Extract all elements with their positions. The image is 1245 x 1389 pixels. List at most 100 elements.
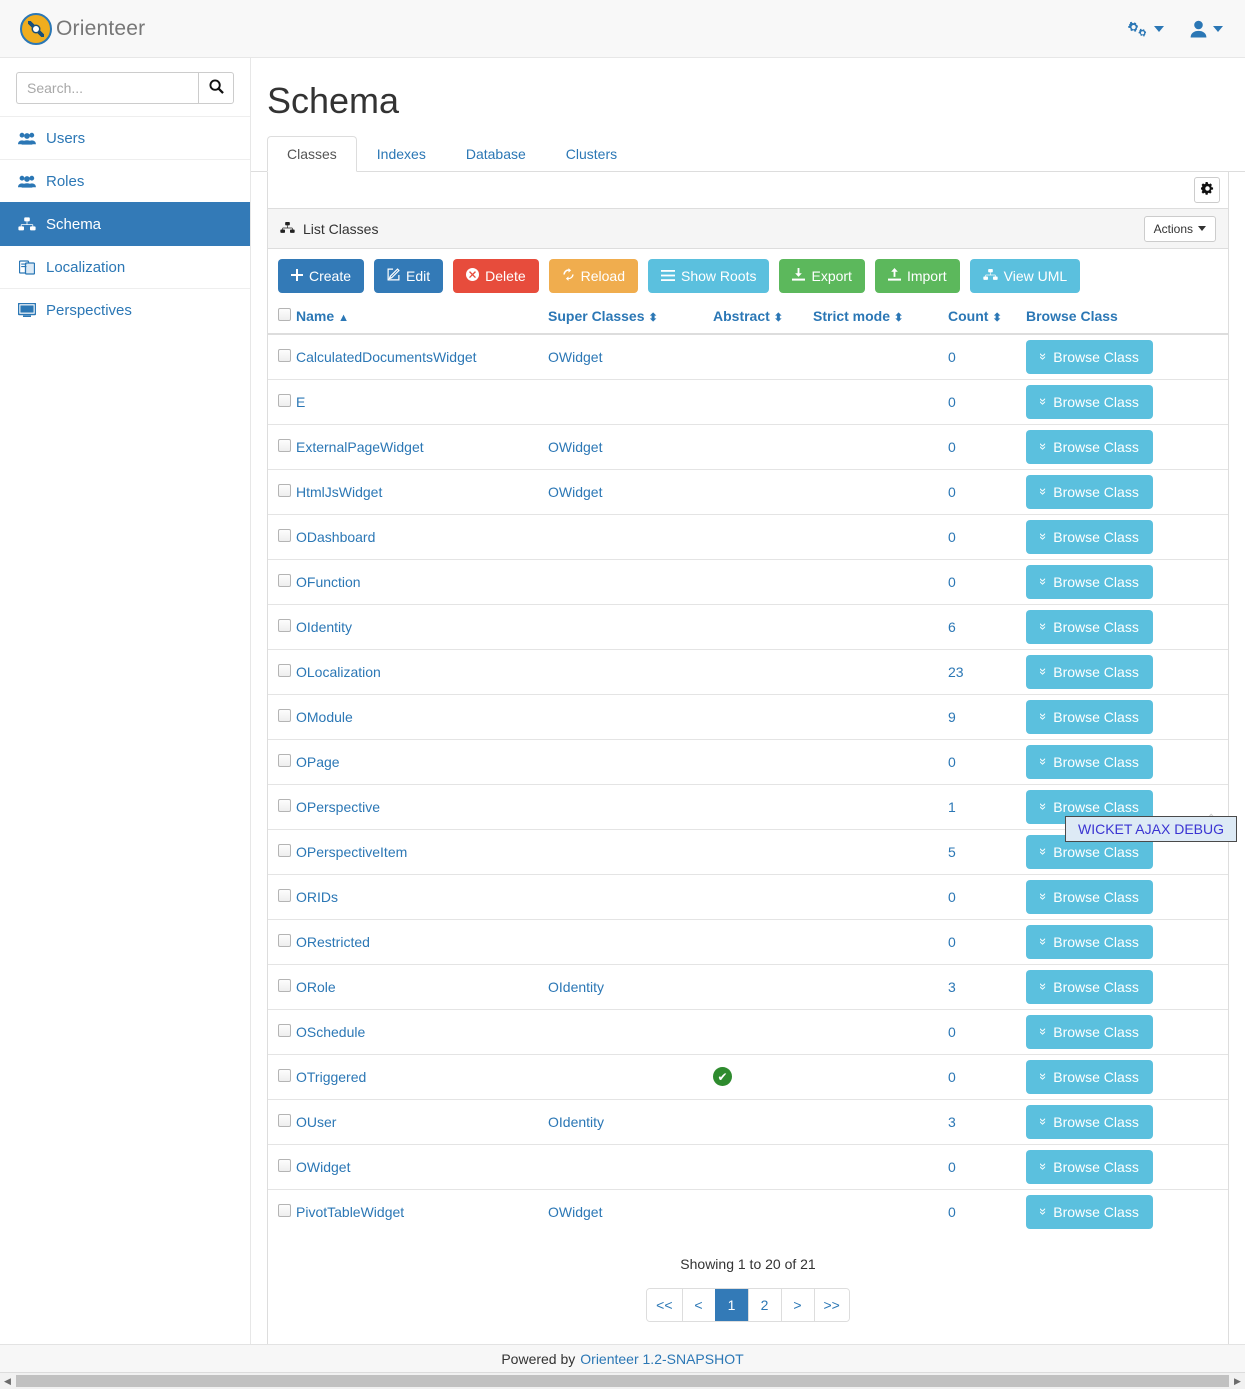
tab-indexes[interactable]: Indexes xyxy=(357,136,446,172)
row-select-cell[interactable] xyxy=(268,468,296,514)
page-next-button[interactable]: > xyxy=(780,1289,814,1321)
browse-class-button[interactable]: » Browse Class xyxy=(1026,924,1153,959)
row-checkbox[interactable] xyxy=(278,1158,291,1172)
page-2-button[interactable]: 2 xyxy=(747,1289,781,1321)
class-name-link[interactable]: ORole xyxy=(296,979,336,995)
class-name-link[interactable]: OFunction xyxy=(296,574,361,590)
header-count[interactable]: Count ⬍ xyxy=(948,302,1026,335)
page-prev-button[interactable]: < xyxy=(681,1289,715,1321)
reload-button[interactable]: Reload xyxy=(548,259,638,293)
super-class-link[interactable]: OWidget xyxy=(548,349,602,365)
browse-class-button[interactable]: » Browse Class xyxy=(1026,1104,1153,1139)
actions-dropdown-button[interactable]: Actions xyxy=(1143,215,1216,242)
class-name-link[interactable]: ExternalPageWidget xyxy=(296,439,424,455)
row-select-cell[interactable] xyxy=(268,693,296,739)
row-select-cell[interactable] xyxy=(268,603,296,649)
row-checkbox[interactable] xyxy=(278,978,291,992)
browse-class-button[interactable]: » Browse Class xyxy=(1026,1059,1153,1094)
class-name-link[interactable]: ODashboard xyxy=(296,529,375,545)
class-name-link[interactable]: OPage xyxy=(296,754,340,770)
browse-class-button[interactable]: » Browse Class xyxy=(1026,744,1153,779)
browse-class-button[interactable]: » Browse Class xyxy=(1026,1194,1153,1229)
delete-button[interactable]: Delete xyxy=(453,259,539,293)
class-name-link[interactable]: OIdentity xyxy=(296,619,352,635)
user-menu[interactable] xyxy=(1190,20,1223,38)
row-checkbox[interactable] xyxy=(278,933,291,947)
browse-class-button[interactable]: » Browse Class xyxy=(1026,969,1153,1004)
row-checkbox[interactable] xyxy=(278,1023,291,1037)
class-name-link[interactable]: E xyxy=(296,394,305,410)
class-name-link[interactable]: OPerspectiveItem xyxy=(296,844,407,860)
horizontal-scrollbar[interactable]: ◀ ▶ xyxy=(0,1372,1245,1389)
show-roots-button[interactable]: Show Roots xyxy=(648,259,770,293)
page-1-button[interactable]: 1 xyxy=(714,1289,748,1321)
page-last-button[interactable]: >> xyxy=(813,1289,849,1321)
select-all-checkbox[interactable] xyxy=(278,308,291,321)
class-name-link[interactable]: ORestricted xyxy=(296,934,370,950)
row-select-cell[interactable] xyxy=(268,738,296,784)
class-name-link[interactable]: PivotTableWidget xyxy=(296,1204,404,1220)
sidebar-item-roles[interactable]: Roles xyxy=(0,159,250,202)
tab-clusters[interactable]: Clusters xyxy=(546,136,637,172)
class-name-link[interactable]: OSchedule xyxy=(296,1024,365,1040)
browse-class-button[interactable]: » Browse Class xyxy=(1026,519,1153,554)
browse-class-button[interactable]: » Browse Class xyxy=(1026,339,1153,374)
browse-class-button[interactable]: » Browse Class xyxy=(1026,564,1153,599)
row-select-cell[interactable] xyxy=(268,1098,296,1144)
row-select-cell[interactable] xyxy=(268,648,296,694)
row-checkbox[interactable] xyxy=(278,1203,291,1217)
browse-class-button[interactable]: » Browse Class xyxy=(1026,609,1153,644)
super-class-link[interactable]: OWidget xyxy=(548,1204,602,1220)
class-name-link[interactable]: ORIDs xyxy=(296,889,338,905)
sidebar-item-perspectives[interactable]: Perspectives xyxy=(0,288,250,331)
sidebar-item-users[interactable]: Users xyxy=(0,116,250,159)
row-select-cell[interactable] xyxy=(268,423,296,469)
header-super-classes[interactable]: Super Classes ⬍ xyxy=(548,302,713,335)
super-class-link[interactable]: OIdentity xyxy=(548,979,604,995)
sidebar-item-localization[interactable]: Localization xyxy=(0,245,250,288)
brand[interactable]: Orienteer xyxy=(0,12,145,45)
settings-menu[interactable] xyxy=(1128,20,1164,38)
row-select-cell[interactable] xyxy=(268,558,296,604)
row-select-cell[interactable] xyxy=(268,334,296,379)
scroll-left-icon[interactable]: ◀ xyxy=(0,1376,15,1387)
row-checkbox[interactable] xyxy=(278,663,291,677)
row-select-cell[interactable] xyxy=(268,963,296,1009)
row-select-cell[interactable] xyxy=(268,783,296,829)
tab-classes[interactable]: Classes xyxy=(267,136,357,172)
class-name-link[interactable]: CalculatedDocumentsWidget xyxy=(296,349,477,365)
wicket-ajax-debug-link[interactable]: WICKET AJAX DEBUG xyxy=(1065,816,1237,842)
row-checkbox[interactable] xyxy=(278,438,291,452)
class-name-link[interactable]: OLocalization xyxy=(296,664,381,680)
browse-class-button[interactable]: » Browse Class xyxy=(1026,474,1153,509)
tab-database[interactable]: Database xyxy=(446,136,546,172)
row-select-cell[interactable] xyxy=(268,918,296,964)
browse-class-button[interactable]: » Browse Class xyxy=(1026,654,1153,689)
create-button[interactable]: Create xyxy=(278,259,365,293)
row-checkbox[interactable] xyxy=(278,618,291,632)
browse-class-button[interactable]: » Browse Class xyxy=(1026,879,1153,914)
header-select-all[interactable] xyxy=(268,302,296,335)
edit-button[interactable]: Edit xyxy=(374,259,444,293)
search-button[interactable] xyxy=(198,72,234,104)
view-uml-button[interactable]: View UML xyxy=(969,259,1081,293)
class-name-link[interactable]: OModule xyxy=(296,709,353,725)
browse-class-button[interactable]: » Browse Class xyxy=(1026,429,1153,464)
search-input[interactable] xyxy=(16,72,198,104)
header-abstract[interactable]: Abstract ⬍ xyxy=(713,302,813,335)
row-checkbox[interactable] xyxy=(278,888,291,902)
row-checkbox[interactable] xyxy=(278,708,291,722)
row-checkbox[interactable] xyxy=(278,573,291,587)
super-class-link[interactable]: OIdentity xyxy=(548,1114,604,1130)
scroll-right-icon[interactable]: ▶ xyxy=(1230,1376,1245,1387)
row-checkbox[interactable] xyxy=(278,483,291,497)
export-button[interactable]: Export xyxy=(779,259,865,293)
row-select-cell[interactable] xyxy=(268,1053,296,1099)
browse-class-button[interactable]: » Browse Class xyxy=(1026,384,1153,419)
class-name-link[interactable]: OUser xyxy=(296,1114,336,1130)
row-checkbox[interactable] xyxy=(278,1113,291,1127)
row-select-cell[interactable] xyxy=(268,513,296,559)
sidebar-item-schema[interactable]: Schema xyxy=(0,202,250,245)
row-checkbox[interactable] xyxy=(278,843,291,857)
panel-settings-button[interactable] xyxy=(1194,177,1220,203)
